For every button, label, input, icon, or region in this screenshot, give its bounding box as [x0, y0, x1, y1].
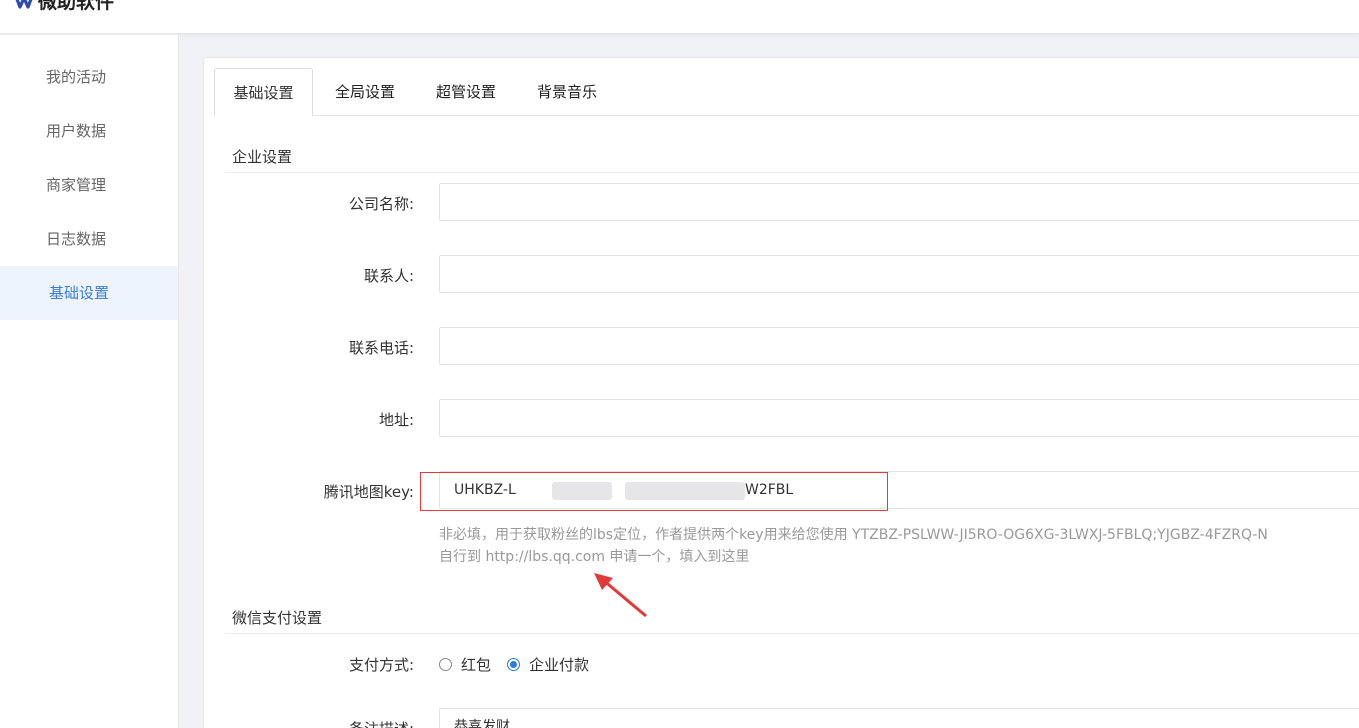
section-divider — [225, 172, 1359, 173]
phone-input[interactable] — [439, 327, 1359, 365]
map-key-label: 腾讯地图key: — [323, 483, 414, 501]
sidebar-item-user-data[interactable]: 用户数据 — [0, 104, 178, 158]
tab-admin-settings[interactable]: 超管设置 — [423, 68, 509, 116]
radio-red-packet[interactable] — [439, 657, 452, 671]
radio-red-packet-label[interactable]: 红包 — [461, 654, 491, 675]
pay-method-label: 支付方式: — [348, 656, 414, 674]
radio-enterprise-payment-label[interactable]: 企业付款 — [529, 654, 589, 675]
app-logo[interactable]: 微助软件 — [14, 0, 115, 13]
contact-input[interactable] — [439, 255, 1359, 293]
section-title-wechat-pay: 微信支付设置 — [232, 609, 323, 627]
sidebar-item-basic-settings[interactable]: 基础设置 — [0, 266, 178, 320]
sidebar-item-logs[interactable]: 日志数据 — [0, 212, 178, 266]
tab-background-music[interactable]: 背景音乐 — [524, 68, 610, 116]
settings-card: 基础设置 全局设置 超管设置 背景音乐 企业设置 公司名称: 联系人: 联系电话… — [203, 57, 1359, 728]
note-label: 备注描述: — [204, 718, 414, 728]
radio-enterprise-payment[interactable] — [507, 657, 521, 671]
sidebar: 我的活动 用户数据 商家管理 日志数据 基础设置 — [0, 35, 179, 728]
logo-icon — [15, 0, 33, 9]
logo-text: 微助软件 — [38, 0, 115, 13]
note-input[interactable]: 恭喜发财 — [439, 708, 1359, 728]
pay-method-radio-group: 红包 企业付款 — [439, 653, 589, 675]
address-label: 地址: — [378, 411, 414, 429]
address-input[interactable] — [439, 399, 1359, 437]
annotation-arrow-icon — [594, 573, 647, 618]
tab-global-settings[interactable]: 全局设置 — [322, 68, 408, 116]
company-name-label: 公司名称: — [348, 195, 414, 213]
sidebar-item-activities[interactable]: 我的活动 — [0, 50, 178, 104]
map-key-hint-line2: 自行到 http://lbs.qq.com 申请一个，填入到这里 — [439, 549, 750, 565]
contact-label: 联系人: — [363, 267, 414, 285]
tab-basic-settings[interactable]: 基础设置 — [214, 68, 313, 116]
section-divider — [225, 633, 1359, 634]
phone-label: 联系电话: — [348, 339, 414, 357]
company-name-input[interactable] — [439, 183, 1359, 221]
map-key-hint-line1: 非必填，用于获取粉丝的lbs定位，作者提供两个key用来给您使用 YTZBZ-P… — [439, 527, 1268, 543]
section-title-company: 企业设置 — [232, 148, 293, 166]
tab-bar: 基础设置 全局设置 超管设置 背景音乐 — [214, 68, 1359, 116]
sidebar-item-merchants[interactable]: 商家管理 — [0, 158, 178, 212]
annotation-highlight-box — [420, 472, 888, 511]
top-bar: 微助软件 — [0, 0, 1359, 34]
